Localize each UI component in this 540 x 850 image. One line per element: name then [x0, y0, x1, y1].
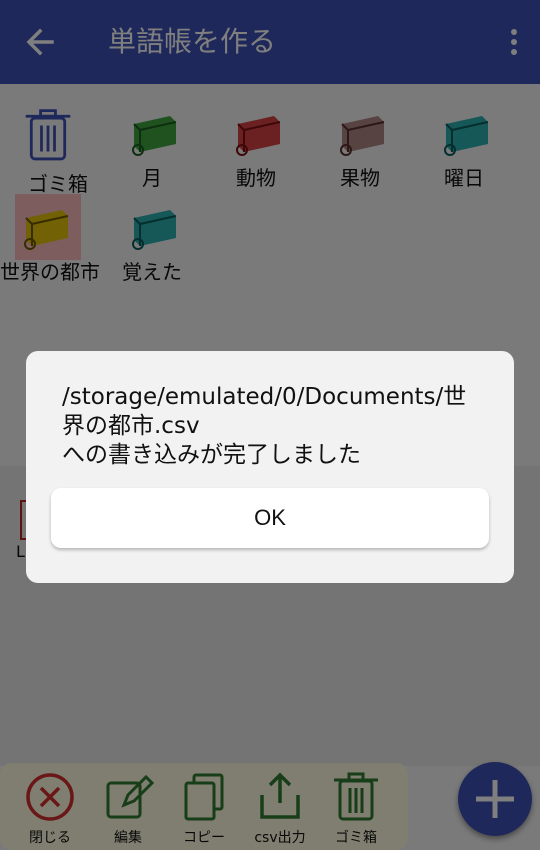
ok-button[interactable]: OK: [51, 488, 489, 548]
export-complete-dialog: /storage/emulated/0/Documents/世界の都市.csv …: [26, 351, 514, 583]
dialog-message: /storage/emulated/0/Documents/世界の都市.csv …: [62, 384, 467, 468]
